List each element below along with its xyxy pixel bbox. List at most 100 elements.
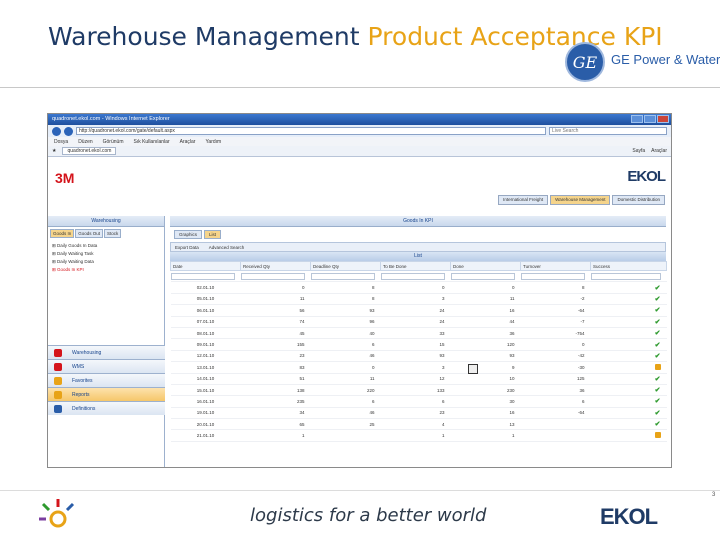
browser-tools: Sayfa Araçlar (632, 148, 667, 154)
tagline: logistics for a better world (250, 505, 487, 526)
accordion-item[interactable]: Warehousing (48, 345, 165, 359)
left-tab[interactable]: Stock (104, 229, 122, 238)
title-main: Warehouse Management (48, 22, 368, 51)
filter-cell (310, 270, 381, 283)
menu-item[interactable]: Dosya (54, 139, 68, 145)
table-cell: 138 (240, 384, 311, 397)
view-tab[interactable]: List (204, 230, 222, 239)
table-cell: 24 (380, 316, 451, 328)
toolbar-button[interactable]: Export Data (175, 245, 199, 250)
module-tab[interactable]: International Freight (498, 195, 549, 205)
column-header[interactable]: Received Qty (240, 261, 311, 271)
address-input[interactable]: http://quadronet.ekol.com/gate/default.a… (76, 127, 546, 135)
favorites-star-icon[interactable]: ★ (52, 148, 56, 154)
tree-item[interactable]: ⊞ Daily Waiting Data (52, 258, 160, 266)
left-tab[interactable]: Goods In (50, 229, 75, 238)
search-input[interactable]: Live Search (549, 127, 667, 135)
forward-icon[interactable] (64, 126, 73, 136)
tree-item[interactable]: ⊞ Daily Goods In Data (52, 242, 160, 250)
left-tab[interactable]: Goods Out (75, 229, 104, 238)
minimize-button[interactable] (631, 115, 643, 123)
3m-logo: 3M (55, 170, 75, 186)
back-icon[interactable] (52, 126, 61, 136)
table-cell: 23 (380, 407, 451, 420)
report-tree: ⊞ Daily Goods In Data ⊞ Daily Waiting Tas… (48, 240, 164, 276)
table-cell: 44 (450, 316, 521, 328)
table-row[interactable]: 09.01.10 155 6 15 120 0 ✔ (170, 338, 667, 351)
accordion-item[interactable]: Definitions (48, 401, 165, 415)
menu-item[interactable]: Sık Kullanılanlar (133, 139, 169, 145)
accordion-item[interactable]: WMS (48, 359, 165, 373)
table-cell: 24 (380, 304, 451, 317)
module-tab[interactable]: Warehouse Management (550, 195, 611, 205)
table-cell: 0 (310, 361, 381, 374)
module-tab[interactable]: Domestic Distribution (612, 195, 665, 205)
close-button[interactable] (657, 115, 669, 123)
table-row[interactable]: 15.01.10 138 220 133 230 36 ✔ (170, 384, 667, 397)
table-cell: 235 (240, 395, 311, 408)
table-cell: ✔ (590, 395, 667, 408)
table-row[interactable]: 05.01.10 11 8 3 11 -2 ✔ (170, 293, 667, 306)
menu-item[interactable]: Görünüm (103, 139, 124, 145)
table-cell: ✔ (590, 338, 667, 351)
column-header[interactable]: To Be Done (380, 261, 451, 271)
success-check-icon: ✔ (654, 307, 661, 315)
column-header[interactable]: Success (590, 261, 667, 271)
warning-icon (654, 432, 661, 439)
table-cell: 36 (450, 327, 521, 340)
maximize-button[interactable] (644, 115, 656, 123)
ekol-logo: EKOL (600, 504, 658, 529)
table-row[interactable]: 02.01.10 0 8 0 0 8 ✔ (170, 281, 667, 294)
accordion-item[interactable]: Reports (48, 387, 165, 401)
accordion-item[interactable]: Favorites (48, 373, 165, 387)
table-row[interactable]: 19.01.10 34 46 23 16 -64 ✔ (170, 407, 667, 420)
table-row[interactable]: 21.01.10 1 1 1 (170, 429, 667, 442)
table-cell: 13 (450, 418, 521, 431)
table-row[interactable]: 14.01.10 51 11 12 10 125 ✔ (170, 373, 667, 385)
table-row[interactable]: 13.01.10 83 0 3 9 -30 (170, 361, 667, 374)
filter-cell (170, 270, 241, 283)
table-cell: 40 (310, 327, 381, 340)
filter-input[interactable] (380, 272, 445, 280)
table-cell: -754 (520, 327, 591, 340)
filter-input[interactable] (450, 272, 515, 280)
menu-item[interactable]: Yardım (205, 139, 221, 145)
table-row[interactable]: 08.01.10 45 40 33 36 -754 ✔ (170, 327, 667, 340)
table-cell: -64 (520, 407, 591, 420)
filter-input[interactable] (590, 272, 661, 280)
table-cell: 3 (380, 361, 451, 374)
table-row[interactable]: 20.01.10 65 25 4 13 ✔ (170, 418, 667, 431)
success-check-icon: ✔ (654, 341, 661, 349)
view-tab[interactable]: Graphics (174, 230, 203, 239)
column-header[interactable]: Date (170, 261, 241, 271)
main-panel-title: Goods In KPI (170, 216, 666, 227)
menu-item[interactable]: Düzen (78, 139, 92, 145)
slide: Warehouse Management Product Acceptance … (0, 0, 720, 540)
menu-item[interactable]: Araçlar (180, 139, 196, 145)
table-cell: ✔ (590, 327, 667, 340)
table-cell: 155 (240, 338, 311, 351)
toolbar-item[interactable]: Araçlar (651, 148, 667, 154)
table-cell: 93 (450, 350, 521, 363)
toolbar-item[interactable]: Sayfa (632, 148, 645, 154)
table-row[interactable]: 12.01.10 23 46 93 93 -42 ✔ (170, 350, 667, 363)
column-header[interactable]: Turnover (520, 261, 591, 271)
table-row[interactable]: 06.01.10 56 93 24 16 -64 ✔ (170, 304, 667, 317)
tree-item[interactable]: ⊞ Goods In KPI (52, 266, 160, 274)
toolbar-button[interactable]: Advanced Search (209, 245, 245, 250)
accordion-label: Warehousing (72, 350, 102, 356)
table-cell: 93 (310, 304, 381, 317)
filter-input[interactable] (310, 272, 375, 280)
table-row[interactable]: 07.01.10 74 96 24 44 -7 ✔ (170, 316, 667, 328)
table-cell: 6 (310, 338, 381, 351)
table-cell: 07.01.10 (170, 316, 241, 328)
column-header[interactable]: Done (450, 261, 521, 271)
browser-tab[interactable]: quadronet.ekol.com (62, 147, 117, 155)
table-row[interactable]: 16.01.10 235 6 6 30 6 ✔ (170, 395, 667, 408)
filter-input[interactable] (520, 272, 585, 280)
tree-item[interactable]: ⊞ Daily Waiting Task (52, 250, 160, 258)
table-cell: 133 (380, 384, 451, 397)
column-header[interactable]: Deadline Qty (310, 261, 381, 271)
filter-input[interactable] (240, 272, 305, 280)
filter-input[interactable] (170, 272, 235, 280)
